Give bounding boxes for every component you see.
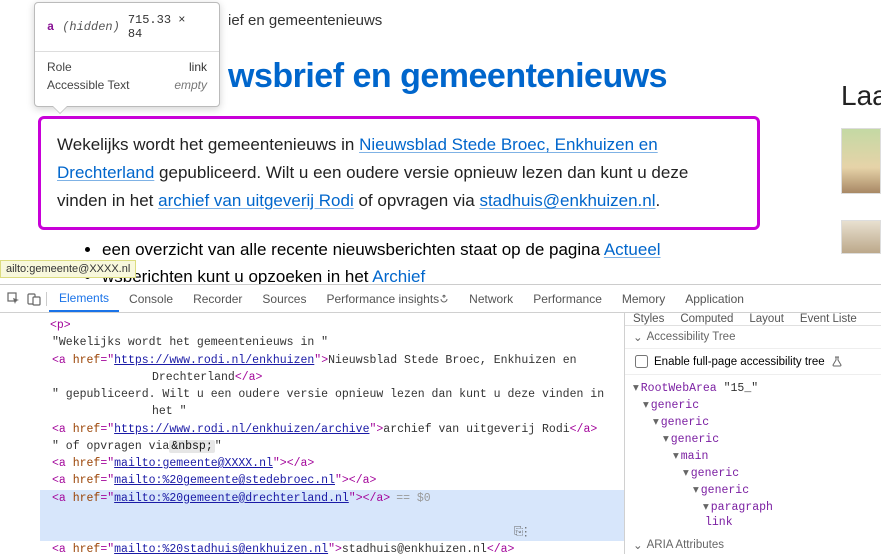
subtab-event-listeners[interactable]: Event Liste <box>792 313 865 325</box>
tooltip-acc-label: Accessible Text <box>47 78 129 92</box>
subtab-layout[interactable]: Layout <box>741 313 792 325</box>
sidebar-right: Laa <box>841 80 881 254</box>
link-mailto-stadhuis[interactable]: stadhuis@enkhuizen.nl <box>479 191 655 210</box>
tab-elements[interactable]: Elements <box>49 285 119 312</box>
list-item: een overzicht van alle recente nieuwsber… <box>102 236 853 263</box>
link-archief-rodi[interactable]: archief van uitgeverij Rodi <box>158 191 354 210</box>
tab-perf-insights[interactable]: Performance insights <box>316 285 459 312</box>
acc-tree-node[interactable]: link <box>633 515 873 530</box>
link-actueel[interactable]: Actueel <box>604 240 661 259</box>
tooltip-role-label: Role <box>47 60 72 74</box>
enable-full-acc-tree-checkbox[interactable] <box>635 355 648 368</box>
page-title: wsbrief en gemeentenieuws <box>228 57 853 96</box>
chevron-down-icon: ⌄ <box>633 330 643 344</box>
tab-console[interactable]: Console <box>119 285 183 312</box>
device-toggle-icon[interactable] <box>24 289 44 309</box>
paragraph-text: . <box>656 191 661 210</box>
tab-application[interactable]: Application <box>675 285 754 312</box>
inspect-icon[interactable] <box>4 289 24 309</box>
dom-text[interactable]: " gepubliceerd. Wilt u een oudere versie… <box>52 388 611 418</box>
devtools-sidebar: Styles Computed Layout Event Liste ⌄Acce… <box>624 313 881 554</box>
tooltip-dims: 715.33 × 84 <box>128 13 207 41</box>
paragraph-text: of opvragen via <box>354 191 480 210</box>
tab-performance[interactable]: Performance <box>523 285 612 312</box>
devtools-inspect-tooltip: a (hidden) 715.33 × 84 Role link Accessib… <box>34 2 220 107</box>
thumbnail-image[interactable] <box>841 220 881 254</box>
highlighted-paragraph: Wekelijks wordt het gemeentenieuws in Ni… <box>38 116 760 230</box>
selected-dom-node[interactable]: <a href="mailto:%20gemeente@drechterland… <box>40 490 624 542</box>
tooltip-role-value: link <box>189 60 207 74</box>
tab-memory[interactable]: Memory <box>612 285 675 312</box>
sidebar-title: Laa <box>841 80 881 112</box>
paragraph-text: Wekelijks wordt het gemeentenieuws in <box>57 135 359 154</box>
elements-tree[interactable]: ▼<p> "Wekelijks wordt het gemeentenieuws… <box>0 313 624 554</box>
devtools-toolbar: Elements Console Recorder Sources Perfor… <box>0 285 881 313</box>
bullet-list: een overzicht van alle recente nieuwsber… <box>82 236 853 290</box>
acc-tree-header[interactable]: ⌄Accessibility Tree <box>625 326 881 349</box>
chevron-down-icon: ⌄ <box>633 538 643 552</box>
tab-network[interactable]: Network <box>459 285 523 312</box>
subtab-computed[interactable]: Computed <box>672 313 741 325</box>
aria-attrs-header[interactable]: ⌄ARIA Attributes <box>625 534 881 554</box>
acc-tree-node[interactable]: ▾generic <box>633 413 873 430</box>
tab-sources[interactable]: Sources <box>252 285 316 312</box>
accessibility-tree[interactable]: ▾RootWebArea "15_"▾generic▾generic▾gener… <box>625 375 881 534</box>
subtab-styles[interactable]: Styles <box>625 313 672 325</box>
acc-tree-node[interactable]: ▾generic <box>633 430 873 447</box>
dom-text[interactable]: "Wekelijks wordt het gemeentenieuws in " <box>52 336 328 349</box>
status-bar-link-preview: ailto:gemeente@XXXX.nl <box>0 260 136 278</box>
nbsp-badge: &nbsp; <box>169 440 214 453</box>
dom-node[interactable]: <p> <box>50 319 71 332</box>
flask-icon <box>831 356 843 368</box>
acc-tree-node[interactable]: ▾generic <box>633 464 873 481</box>
acc-tree-node[interactable]: ▾generic <box>633 481 873 498</box>
tooltip-acc-value: empty <box>174 78 207 92</box>
console-ref-badge: == $0 <box>396 492 431 505</box>
acc-tree-node[interactable]: ▾generic <box>633 396 873 413</box>
tooltip-tag: a <box>47 20 54 34</box>
acc-tree-node[interactable]: ▾RootWebArea "15_" <box>633 379 873 396</box>
thumbnail-image[interactable] <box>841 128 881 194</box>
acc-tree-node[interactable]: ▾paragraph <box>633 498 873 515</box>
tooltip-hidden: (hidden) <box>62 20 120 34</box>
devtools-panel: Elements Console Recorder Sources Perfor… <box>0 284 881 554</box>
tab-recorder[interactable]: Recorder <box>183 285 252 312</box>
checkbox-label: Enable full-page accessibility tree <box>654 356 825 368</box>
acc-tree-node[interactable]: ▾main <box>633 447 873 464</box>
